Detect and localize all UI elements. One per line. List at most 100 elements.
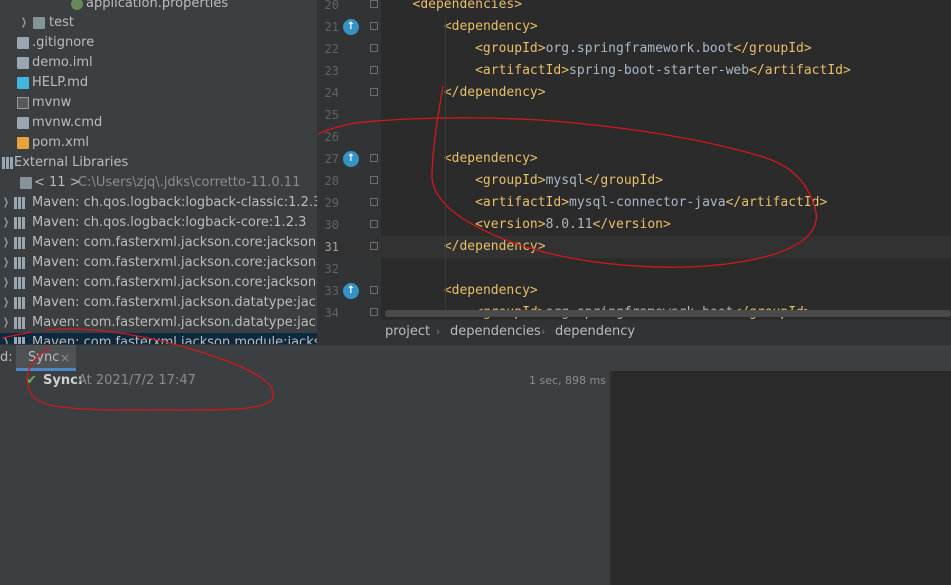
chevron-right-icon[interactable]: ❯ <box>2 233 10 253</box>
fold-marker-icon[interactable] <box>370 242 378 250</box>
maven-icon <box>17 137 29 149</box>
tree-item[interactable]: ❯ Maven: com.fasterxml.jackson.datatype:j… <box>0 313 317 333</box>
chevron-right-icon[interactable]: ❯ <box>2 193 10 213</box>
fold-marker-icon[interactable] <box>370 308 378 316</box>
tree-item-label: pom.xml <box>32 135 89 150</box>
terminal-icon <box>17 97 29 109</box>
tree-item[interactable]: ❯ Maven: com.fasterxml.jackson.datatype:j… <box>0 293 317 313</box>
code-line[interactable]: 22 <groupId>org.springframework.boot</gr… <box>317 38 951 60</box>
tree-item[interactable]: ❯ Maven: com.fasterxml.jackson.core:jacks… <box>0 233 317 253</box>
fold-marker-icon[interactable] <box>370 176 378 184</box>
library-icon <box>14 237 26 249</box>
breadcrumb: project › dependencies › dependency <box>317 320 951 344</box>
fold-marker-icon[interactable] <box>370 198 378 206</box>
line-number: 32 <box>324 262 339 276</box>
library-icon <box>14 277 26 289</box>
maven-dependency-gutter-icon[interactable]: ↑ <box>343 283 359 299</box>
code-text: <dependencies> <box>412 0 523 12</box>
tree-item-label: mvnw.cmd <box>32 115 103 130</box>
editor-horizontal-scrollbar[interactable] <box>385 310 951 317</box>
library-icon <box>14 317 26 329</box>
tree-item[interactable]: ❯ Maven: com.fasterxml.jackson.core:jacks… <box>0 273 317 293</box>
code-line[interactable]: 28 <groupId>mysql</groupId> <box>317 170 951 192</box>
project-tree: application.properties ❯ test .gitignore dem… <box>0 0 317 344</box>
chevron-right-icon[interactable]: ❯ <box>20 13 28 33</box>
fold-marker-icon[interactable] <box>370 220 378 228</box>
maven-dependency-gutter-icon[interactable]: ↑ <box>343 19 359 35</box>
indent-guide <box>445 16 446 316</box>
fold-marker-icon[interactable] <box>370 88 378 96</box>
chevron-right-icon[interactable]: ❯ <box>2 293 10 313</box>
leaf-icon <box>71 0 83 10</box>
tree-item[interactable]: HELP.md <box>0 73 317 93</box>
code-line[interactable]: 33 ↑ <dependency> <box>317 280 951 302</box>
tree-item[interactable]: ❯ Maven: ch.qos.logback:logback-classic:1… <box>0 193 317 213</box>
line-number: 22 <box>324 42 339 56</box>
tree-item[interactable]: demo.iml <box>0 53 317 73</box>
fold-marker-icon[interactable] <box>370 286 378 294</box>
line-number: 25 <box>324 108 339 122</box>
line-number: 21 <box>324 20 339 34</box>
jdk-path: C:\Users\zjq\.jdks\corretto-11.0.11 <box>78 175 301 190</box>
code-line[interactable]: 30 <version>8.0.11</version> <box>317 214 951 236</box>
code-editor[interactable]: 20 <dependencies> 21 ↑ <dependency> 22 <gro… <box>317 0 951 320</box>
tab-sync[interactable]: Sync × <box>16 345 76 371</box>
fold-marker-icon[interactable] <box>370 44 378 52</box>
chevron-right-icon[interactable]: ❯ <box>2 253 10 273</box>
build-console[interactable] <box>611 371 951 585</box>
tree-item-label: Maven: com.fasterxml.jackson.module:jack… <box>32 335 317 344</box>
sync-duration: 1 sec, 898 ms <box>529 374 606 387</box>
code-line[interactable]: 27 ↑ <dependency> <box>317 148 951 170</box>
code-line[interactable]: 31 </dependency> <box>317 236 951 258</box>
code-line[interactable]: 32 <box>317 258 951 280</box>
file-icon <box>17 57 29 69</box>
breadcrumb-item[interactable]: project <box>385 320 430 344</box>
chevron-right-icon[interactable]: ❯ <box>2 273 10 293</box>
tool-window-title: d: <box>0 350 13 365</box>
chevron-right-icon[interactable]: ❯ <box>2 213 10 233</box>
code-line[interactable]: 21 ↑ <dependency> <box>317 16 951 38</box>
code-line[interactable]: 20 <dependencies> <box>317 0 951 16</box>
line-number: 23 <box>324 64 339 78</box>
tree-item[interactable]: ❯< 11 >C:\Users\zjq\.jdks\corretto-11.0.… <box>0 173 317 193</box>
code-text: <version>8.0.11</version> <box>475 217 671 232</box>
tree-item-label: Maven: com.fasterxml.jackson.core:jackso… <box>32 235 317 250</box>
tree-item[interactable]: ❯ test <box>0 13 317 33</box>
build-tool-header: d: Sync × <box>0 344 951 371</box>
fold-marker-icon[interactable] <box>370 0 378 8</box>
tree-item[interactable]: application.properties <box>0 0 317 14</box>
code-line[interactable]: 26 <box>317 126 951 148</box>
tree-item-label: demo.iml <box>32 55 93 70</box>
tree-item[interactable]: ❯ Maven: ch.qos.logback:logback-core:1.2.… <box>0 213 317 233</box>
library-icon <box>14 257 26 269</box>
tree-item[interactable]: .gitignore <box>0 33 317 53</box>
fold-marker-icon[interactable] <box>370 22 378 30</box>
sync-status-title: Sync: <box>43 373 83 388</box>
code-line[interactable]: 25 <box>317 104 951 126</box>
line-number: 34 <box>324 306 339 320</box>
code-line[interactable]: 23 <artifactId>spring-boot-starter-web</… <box>317 60 951 82</box>
sync-result-row[interactable]: ✔ Sync: At 2021/7/2 17:47 1 sec, 898 ms <box>0 371 610 393</box>
tree-item[interactable]: mvnw <box>0 93 317 113</box>
fold-marker-icon[interactable] <box>370 154 378 162</box>
tree-item[interactable]: External Libraries <box>0 153 317 173</box>
library-icon <box>14 197 26 209</box>
chevron-right-icon[interactable]: ❯ <box>2 333 10 344</box>
tree-item[interactable]: mvnw.cmd <box>0 113 317 133</box>
fold-marker-icon[interactable] <box>370 66 378 74</box>
tree-item-label: < 11 > <box>34 175 81 190</box>
breadcrumb-item[interactable]: dependencies <box>450 320 541 344</box>
chevron-right-icon[interactable]: ❯ <box>2 313 10 333</box>
code-line[interactable]: 29 <artifactId>mysql-connector-java</art… <box>317 192 951 214</box>
code-line[interactable]: 24 </dependency> <box>317 82 951 104</box>
library-icon <box>14 217 26 229</box>
code-text: <artifactId>mysql-connector-java</artifa… <box>475 195 828 210</box>
tree-item[interactable]: ❯ Maven: com.fasterxml.jackson.module:jac… <box>0 333 317 344</box>
breadcrumb-item[interactable]: dependency <box>555 320 635 344</box>
maven-dependency-gutter-icon[interactable]: ↑ <box>343 151 359 167</box>
tree-item-label: Maven: com.fasterxml.jackson.core:jackso… <box>32 255 317 270</box>
tree-item[interactable]: ❯ Maven: com.fasterxml.jackson.core:jacks… <box>0 253 317 273</box>
breadcrumb-separator-icon: › <box>541 325 546 338</box>
folder-icon <box>33 17 45 29</box>
tree-item[interactable]: pom.xml <box>0 133 317 153</box>
